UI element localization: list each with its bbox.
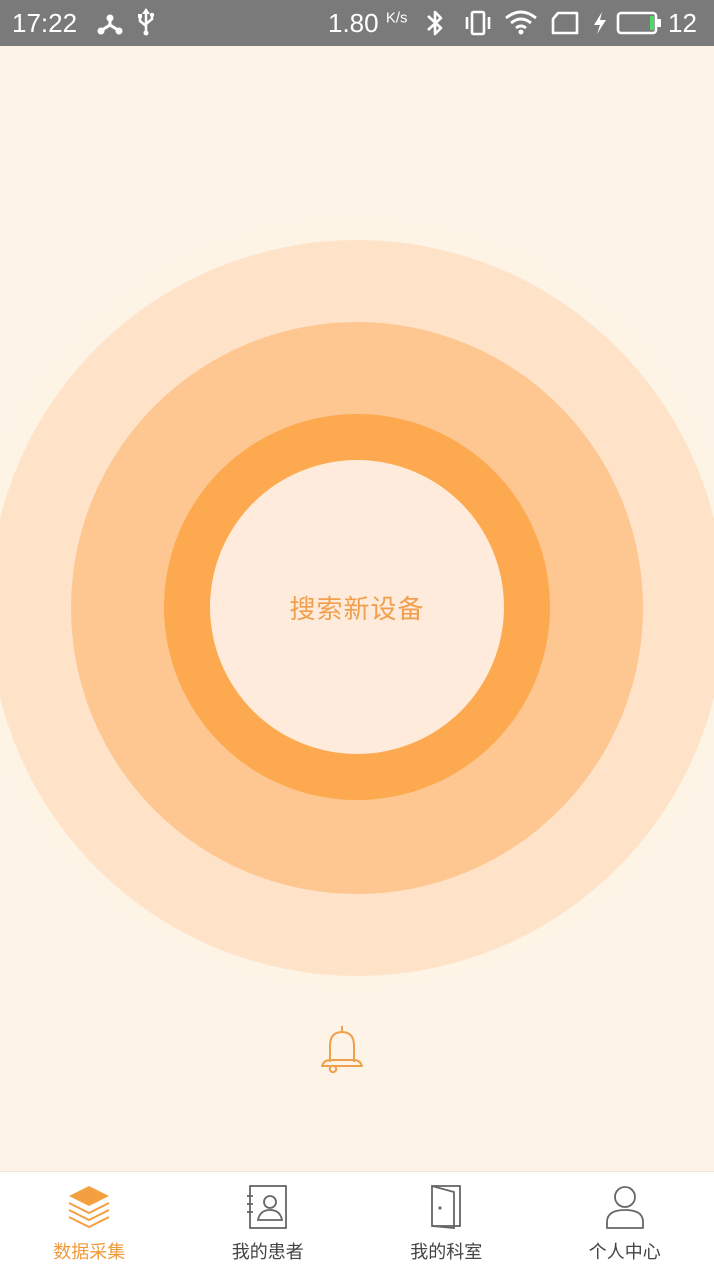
nav-item-my-patients[interactable]: 我的患者 [179,1172,358,1271]
vibrate-icon [465,10,491,36]
main-content: 搜索新设备 [0,46,714,1171]
bottom-nav: 数据采集 我的患者 我的科室 个人中心 [0,1171,714,1271]
network-speed: 1.80 K/s [328,8,408,39]
search-new-device-label: 搜索新设备 [289,594,425,625]
nav-label-my-department: 我的科室 [410,1242,483,1263]
patient-card-icon [246,1185,287,1229]
battery-icon [616,11,661,35]
bluetooth-icon [427,10,443,36]
battery-level: 12 [668,8,697,38]
sim-card-icon [551,11,579,35]
share-hub-icon [97,14,123,35]
search-new-device-button[interactable]: 搜索新设备 [210,460,504,754]
nav-label-data-collection: 数据采集 [53,1242,126,1263]
door-icon [431,1185,462,1229]
network-speed-unit: K/s [385,9,408,27]
status-bar: 17:22 1.80 K/s 12 [0,0,714,46]
layers-icon [68,1186,110,1229]
nav-item-personal-center[interactable]: 个人中心 [536,1172,714,1271]
status-time: 17:22 [12,8,78,38]
nav-label-my-patients: 我的患者 [231,1242,304,1263]
nav-item-data-collection[interactable]: 数据采集 [0,1172,179,1271]
usb-icon [138,8,155,36]
nav-label-personal-center: 个人中心 [588,1242,661,1263]
network-speed-value: 1.80 [328,8,379,38]
bell-icon[interactable] [318,1024,366,1074]
nav-item-my-department[interactable]: 我的科室 [357,1172,536,1271]
wifi-icon [505,10,537,35]
charging-icon [594,12,606,34]
user-icon [605,1186,644,1229]
